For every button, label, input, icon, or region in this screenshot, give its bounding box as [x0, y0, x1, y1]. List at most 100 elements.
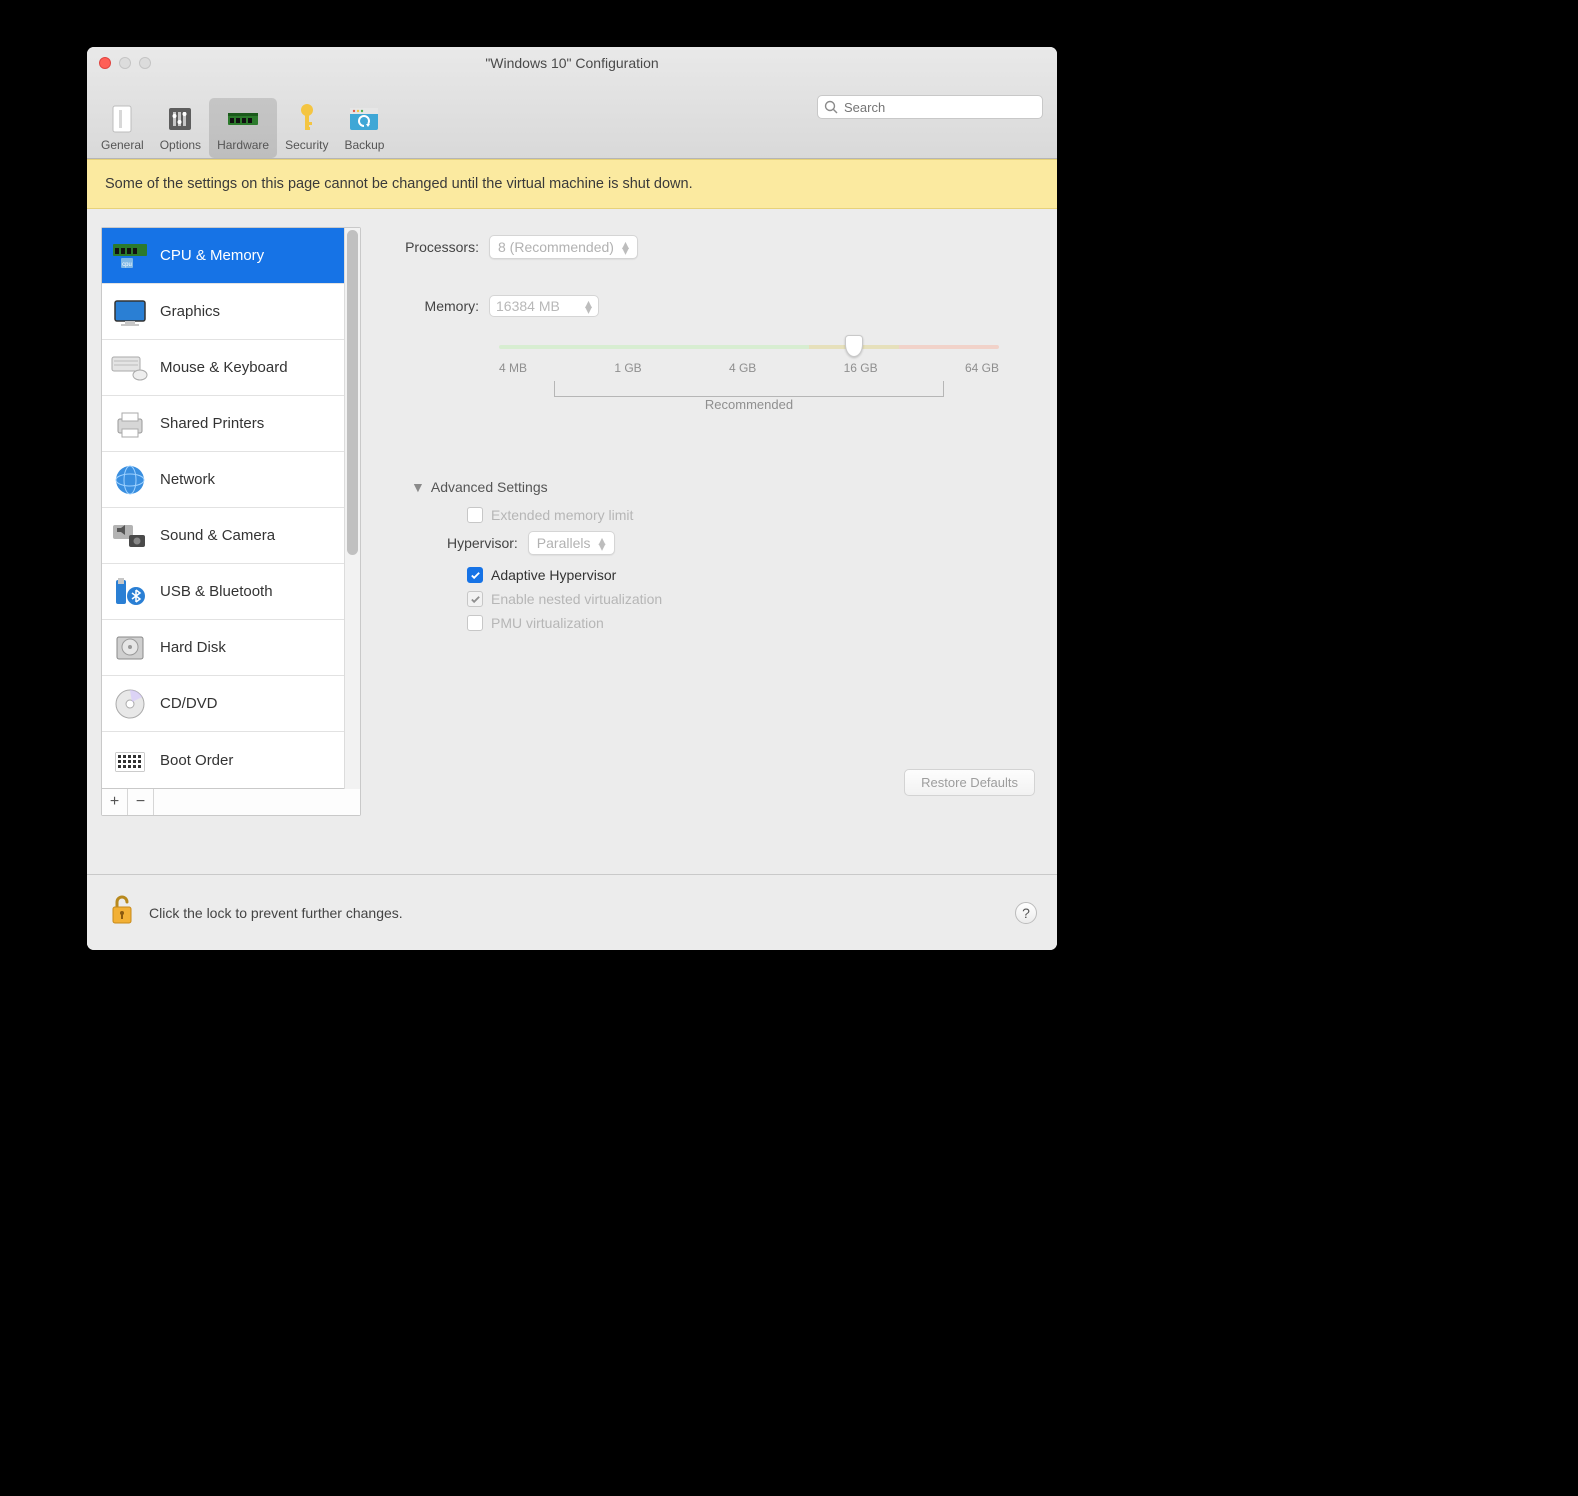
slider-track	[499, 345, 999, 349]
processors-value: 8 (Recommended)	[498, 239, 614, 255]
window-title: "Windows 10" Configuration	[87, 55, 1057, 71]
hardware-icon	[226, 102, 260, 136]
svg-text:cpu: cpu	[122, 262, 132, 268]
stepper-icon: ▴▾	[599, 537, 606, 549]
advanced-section: ▼ Advanced Settings Extended memory limi…	[411, 479, 1035, 631]
memory-input[interactable]: 16384 MB ▴▾	[489, 295, 599, 317]
toolbar-label: General	[101, 138, 144, 152]
sidebar-footer: + −	[102, 789, 360, 815]
toolbar-general[interactable]: General	[93, 98, 152, 158]
pmu-virtualization-label: PMU virtualization	[491, 615, 604, 631]
tick-label: 64 GB	[965, 361, 999, 375]
pmu-virtualization-checkbox[interactable]	[467, 615, 483, 631]
tick-label: 16 GB	[844, 361, 878, 375]
boot-order-icon	[110, 740, 150, 780]
sidebar-item-boot-order[interactable]: Boot Order	[102, 732, 360, 788]
nested-virtualization-row: Enable nested virtualization	[467, 591, 1035, 607]
footer: Click the lock to prevent further change…	[87, 874, 1057, 950]
sidebar-item-label: USB & Bluetooth	[160, 583, 273, 600]
adaptive-hypervisor-checkbox[interactable]	[467, 567, 483, 583]
sidebar-item-label: Hard Disk	[160, 639, 226, 656]
processors-label: Processors:	[383, 239, 489, 255]
pmu-virtualization-row: PMU virtualization	[467, 615, 1035, 631]
general-icon	[105, 102, 139, 136]
remove-device-button[interactable]: −	[128, 789, 154, 815]
main-pane: Processors: 8 (Recommended) ▴▾ Memory: 1…	[375, 227, 1057, 816]
sidebar-item-shared-printers[interactable]: Shared Printers	[102, 396, 360, 452]
tick-label: 1 GB	[614, 361, 641, 375]
toolbar-label: Security	[285, 138, 328, 152]
content: cpu CPU & Memory Graphics Mouse & Keyboa…	[87, 209, 1057, 816]
lock-text: Click the lock to prevent further change…	[149, 905, 1001, 921]
config-window: "Windows 10" Configuration General Optio…	[87, 47, 1057, 950]
tick-label: 4 MB	[499, 361, 527, 375]
sidebar-item-cpu-memory[interactable]: cpu CPU & Memory	[102, 228, 360, 284]
security-icon	[290, 102, 324, 136]
graphics-icon	[110, 292, 150, 332]
sidebar-item-mouse-keyboard[interactable]: Mouse & Keyboard	[102, 340, 360, 396]
sidebar-item-sound-camera[interactable]: Sound & Camera	[102, 508, 360, 564]
sidebar-item-label: Network	[160, 471, 215, 488]
options-icon	[163, 102, 197, 136]
help-label: ?	[1022, 905, 1030, 921]
memory-slider[interactable]: 4 MB 1 GB 4 GB 16 GB 64 GB Recommended	[499, 339, 999, 399]
stepper-icon: ▴▾	[622, 241, 629, 253]
sidebar-item-network[interactable]: Network	[102, 452, 360, 508]
printer-icon	[110, 404, 150, 444]
hypervisor-value: Parallels	[537, 535, 591, 551]
sidebar-list: cpu CPU & Memory Graphics Mouse & Keyboa…	[102, 228, 360, 789]
toolbar-backup[interactable]: Backup	[336, 98, 392, 158]
restore-defaults-button[interactable]: Restore Defaults	[904, 769, 1035, 796]
toolbar-security[interactable]: Security	[277, 98, 336, 158]
restore-defaults-label: Restore Defaults	[921, 775, 1018, 790]
scrollbar-thumb[interactable]	[347, 230, 358, 555]
memory-value: 16384 MB	[496, 298, 560, 314]
sidebar-item-graphics[interactable]: Graphics	[102, 284, 360, 340]
toolbar: General Options Hardware Security	[93, 98, 392, 158]
sidebar-item-label: Graphics	[160, 303, 220, 320]
hardware-sidebar: cpu CPU & Memory Graphics Mouse & Keyboa…	[101, 227, 361, 816]
network-icon	[110, 460, 150, 500]
toolbar-hardware[interactable]: Hardware	[209, 98, 277, 158]
slider-thumb[interactable]	[845, 335, 863, 357]
mouse-keyboard-icon	[110, 348, 150, 388]
processors-select[interactable]: 8 (Recommended) ▴▾	[489, 235, 638, 259]
toolbar-options[interactable]: Options	[152, 98, 209, 158]
sidebar-item-hard-disk[interactable]: Hard Disk	[102, 620, 360, 676]
sidebar-item-label: CPU & Memory	[160, 247, 264, 264]
sound-camera-icon	[110, 516, 150, 556]
sidebar-scrollbar[interactable]	[344, 228, 360, 789]
memory-label: Memory:	[383, 298, 489, 314]
usb-bluetooth-icon	[110, 572, 150, 612]
recommended-bracket	[554, 381, 944, 397]
sidebar-item-usb-bluetooth[interactable]: USB & Bluetooth	[102, 564, 360, 620]
sidebar-item-label: CD/DVD	[160, 695, 218, 712]
warning-text: Some of the settings on this page cannot…	[105, 176, 693, 192]
stepper-icon: ▴▾	[585, 300, 592, 312]
lock-icon[interactable]	[107, 893, 135, 932]
recommended-label: Recommended	[499, 397, 999, 412]
sidebar-item-label: Mouse & Keyboard	[160, 359, 288, 376]
extended-memory-checkbox[interactable]	[467, 507, 483, 523]
search-input[interactable]	[842, 99, 1036, 116]
memory-row: Memory: 16384 MB ▴▾	[383, 295, 1035, 317]
toolbar-label: Backup	[344, 138, 384, 152]
cpu-memory-icon: cpu	[110, 236, 150, 276]
adaptive-hypervisor-row: Adaptive Hypervisor	[467, 567, 1035, 583]
add-device-button[interactable]: +	[102, 789, 128, 815]
advanced-disclosure[interactable]: ▼ Advanced Settings	[411, 479, 1035, 495]
hypervisor-select[interactable]: Parallels ▴▾	[528, 531, 615, 555]
nested-virtualization-checkbox[interactable]	[467, 591, 483, 607]
nested-virtualization-label: Enable nested virtualization	[491, 591, 662, 607]
disclosure-triangle-icon: ▼	[411, 479, 425, 495]
sidebar-item-label: Shared Printers	[160, 415, 264, 432]
slider-ticks: 4 MB 1 GB 4 GB 16 GB 64 GB	[499, 361, 999, 375]
search-field[interactable]	[817, 95, 1043, 119]
backup-icon	[347, 102, 381, 136]
sidebar-item-label: Boot Order	[160, 752, 233, 769]
help-button[interactable]: ?	[1015, 902, 1037, 924]
sidebar-item-cd-dvd[interactable]: CD/DVD	[102, 676, 360, 732]
processors-row: Processors: 8 (Recommended) ▴▾	[383, 235, 1035, 259]
adaptive-hypervisor-label: Adaptive Hypervisor	[491, 567, 616, 583]
search-icon	[824, 100, 838, 114]
